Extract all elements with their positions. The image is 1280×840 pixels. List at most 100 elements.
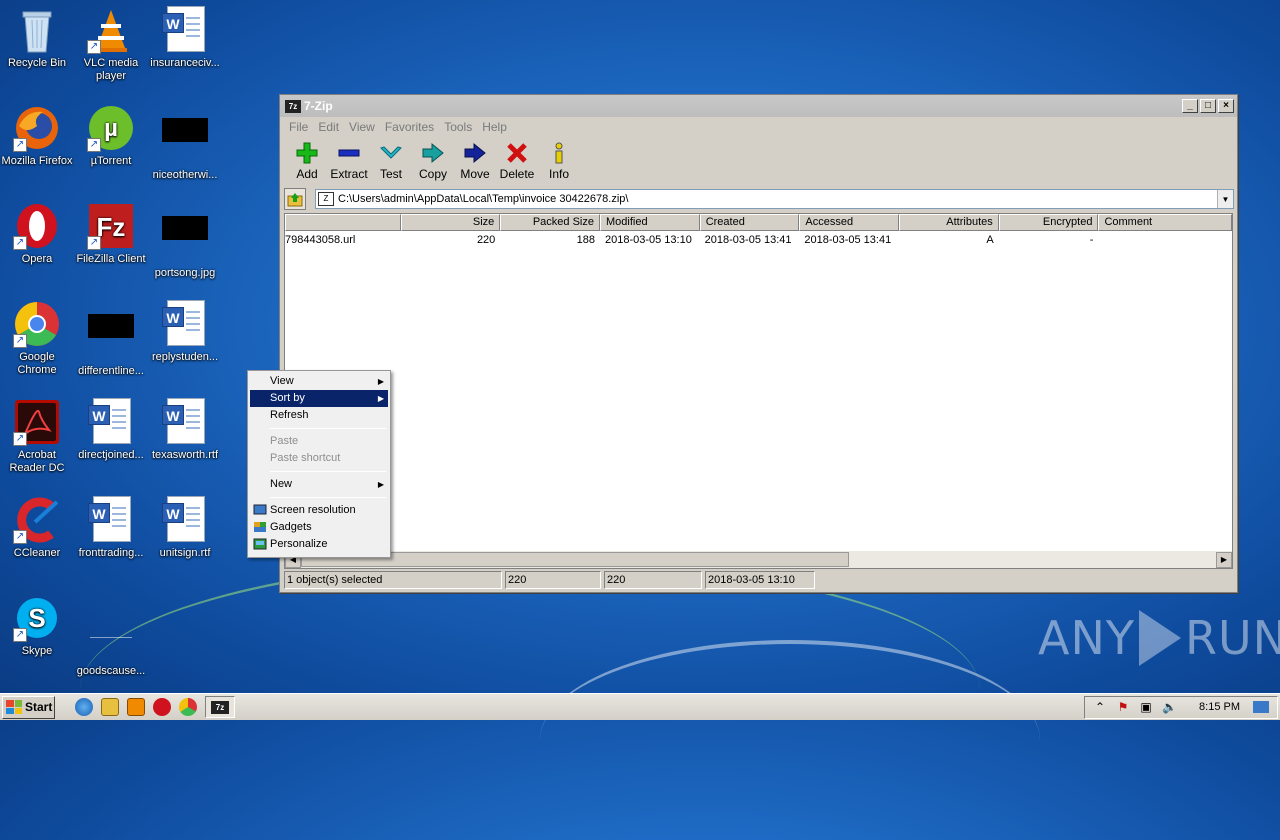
- menu-item-paste-shortcut[interactable]: Paste shortcut: [250, 450, 388, 467]
- desktop-icon-label: replystuden...: [151, 351, 219, 363]
- minimize-button[interactable]: _: [1182, 99, 1198, 113]
- horizontal-scrollbar[interactable]: ◀ ▶: [285, 551, 1232, 568]
- menu-item-new[interactable]: New ▶: [250, 476, 388, 493]
- wallpaper-swoosh-light: [540, 640, 1040, 840]
- info-button[interactable]: Info: [538, 137, 580, 187]
- up-folder-button[interactable]: [284, 188, 306, 210]
- desktop-icon-word-doc[interactable]: W directjoined...: [74, 398, 148, 462]
- column-header-comment[interactable]: Comment: [1098, 214, 1232, 231]
- add-button[interactable]: Add: [286, 137, 328, 187]
- clock[interactable]: 8:15 PM: [1199, 701, 1240, 713]
- volume-icon[interactable]: 🔈: [1162, 700, 1177, 714]
- menu-bar: File Edit View Favorites Tools Help: [280, 117, 1237, 137]
- column-header-created[interactable]: Created: [699, 214, 800, 231]
- table-row[interactable]: 798443058.url 220 188 2018-03-05 13:10 2…: [285, 231, 1232, 249]
- play-logo-icon: [1138, 610, 1181, 666]
- window-titlebar[interactable]: 7z 7-Zip _ □ ×: [280, 95, 1237, 117]
- opera-icon[interactable]: [153, 698, 171, 716]
- desktop-icon-label: insuranceciv...: [150, 57, 220, 69]
- desktop-icon-utorrent[interactable]: µ ↗ µTorrent: [74, 104, 148, 168]
- desktop-icon-vlc[interactable]: ↗ VLC media player: [74, 6, 148, 83]
- menu-tools[interactable]: Tools: [439, 120, 477, 134]
- scroll-right-icon[interactable]: ▶: [1216, 551, 1232, 568]
- menu-favorites[interactable]: Favorites: [380, 120, 439, 134]
- word-document-icon: W: [162, 6, 205, 52]
- desktop-icon-word-doc[interactable]: W fronttrading...: [74, 496, 148, 560]
- menu-help[interactable]: Help: [477, 120, 512, 134]
- status-modified: 2018-03-05 13:10: [705, 571, 815, 589]
- menu-item-refresh[interactable]: Refresh: [250, 407, 388, 424]
- desktop-icon-file[interactable]: differentline...: [74, 300, 148, 378]
- filezilla-icon: Fz ↗: [87, 202, 135, 250]
- cell-encrypted: -: [1089, 234, 1094, 246]
- desktop-icon-skype[interactable]: S ↗ Skype: [0, 594, 74, 658]
- chrome-icon[interactable]: [179, 698, 197, 716]
- desktop-icon-firefox[interactable]: ↗ Mozilla Firefox: [0, 104, 74, 168]
- desktop-icon-jpg[interactable]: portsong.jpg: [148, 202, 222, 280]
- show-desktop-icon[interactable]: [1253, 701, 1269, 713]
- desktop-icon-recycle-bin[interactable]: Recycle Bin: [0, 6, 74, 70]
- chevron-down-icon[interactable]: ▼: [1217, 190, 1233, 208]
- column-header-size[interactable]: Size: [400, 214, 501, 231]
- copy-button[interactable]: Copy: [412, 137, 454, 187]
- column-header-modified[interactable]: Modified: [600, 214, 700, 231]
- folder-icon[interactable]: [101, 698, 119, 716]
- menu-item-personalize[interactable]: Personalize: [250, 536, 388, 553]
- media-player-icon[interactable]: [127, 698, 145, 716]
- cell-attributes: A: [986, 234, 994, 246]
- column-header-accessed[interactable]: Accessed: [799, 214, 900, 231]
- desktop-icon-acrobat[interactable]: ↗ Acrobat Reader DC: [0, 398, 74, 475]
- 7zip-app-icon: 7z: [285, 99, 301, 113]
- desktop-icon-rtf[interactable]: W unitsign.rtf: [148, 496, 222, 560]
- zip-archive-icon: Z: [318, 192, 334, 206]
- menu-view[interactable]: View: [344, 120, 380, 134]
- window-title: 7-Zip: [304, 99, 333, 113]
- folder-up-icon: [287, 193, 303, 207]
- cell-modified: 2018-03-05 13:10: [604, 234, 692, 246]
- desktop-icon-chrome[interactable]: ↗ Google Chrome: [0, 300, 74, 377]
- desktop-icon-ccleaner[interactable]: ↗ CCleaner: [0, 496, 74, 560]
- test-button[interactable]: Test: [370, 137, 412, 187]
- maximize-button[interactable]: □: [1200, 99, 1216, 113]
- desktop-icon-filezilla[interactable]: Fz ↗ FileZilla Client: [74, 202, 148, 266]
- word-document-icon: W: [88, 398, 131, 444]
- image-thumbnail-icon: [88, 314, 134, 338]
- word-document-icon: W: [162, 496, 205, 542]
- desktop-icon-opera[interactable]: ↗ Opera: [0, 202, 74, 266]
- menu-edit[interactable]: Edit: [313, 120, 344, 134]
- column-header-packed-size[interactable]: Packed Size: [500, 214, 600, 231]
- acrobat-icon: ↗: [13, 398, 61, 446]
- menu-item-paste[interactable]: Paste: [250, 433, 388, 450]
- column-header-attributes[interactable]: Attributes: [899, 214, 999, 231]
- column-header-name[interactable]: [285, 214, 401, 231]
- menu-item-view[interactable]: View ▶: [250, 373, 388, 390]
- menu-separator: [270, 428, 386, 429]
- desktop-icon-word-doc[interactable]: W insuranceciv...: [148, 6, 222, 70]
- desktop-icon-file[interactable]: goodscause...: [74, 594, 148, 678]
- action-center-icon[interactable]: ⚑: [1116, 700, 1130, 714]
- desktop-icon-rtf[interactable]: W texasworth.rtf: [148, 398, 222, 462]
- recycle-bin-icon: [13, 6, 61, 54]
- desktop-icon-word-doc[interactable]: W replystuden...: [148, 300, 222, 364]
- start-button[interactable]: Start: [2, 695, 55, 719]
- move-button[interactable]: Move: [454, 137, 496, 187]
- extract-button[interactable]: Extract: [328, 137, 370, 187]
- internet-explorer-icon[interactable]: [75, 698, 93, 716]
- delete-button[interactable]: Delete: [496, 137, 538, 187]
- desktop-context-menu: View ▶ Sort by ▶ Refresh Paste Paste short…: [247, 370, 391, 558]
- close-button[interactable]: ×: [1218, 99, 1234, 113]
- menu-file[interactable]: File: [284, 120, 313, 134]
- menu-item-gadgets[interactable]: Gadgets: [250, 519, 388, 536]
- desktop-icon-file[interactable]: niceotherwi...: [148, 104, 222, 182]
- taskbar-7zip-button[interactable]: 7z: [205, 696, 235, 718]
- shortcut-arrow-icon: ↗: [87, 138, 101, 152]
- show-hidden-icons-icon[interactable]: ⌃: [1093, 700, 1107, 714]
- cell-size: 220: [476, 234, 496, 246]
- column-header-encrypted[interactable]: Encrypted: [998, 214, 1099, 231]
- network-icon[interactable]: ▣: [1139, 700, 1153, 714]
- menu-item-sort-by[interactable]: Sort by ▶: [250, 390, 388, 407]
- desktop-icon-label: Google Chrome: [17, 351, 57, 376]
- info-icon: [547, 141, 571, 165]
- address-field[interactable]: Z C:\Users\admin\AppData\Local\Temp\invo…: [315, 189, 1234, 209]
- menu-item-screen-resolution[interactable]: Screen resolution: [250, 502, 388, 519]
